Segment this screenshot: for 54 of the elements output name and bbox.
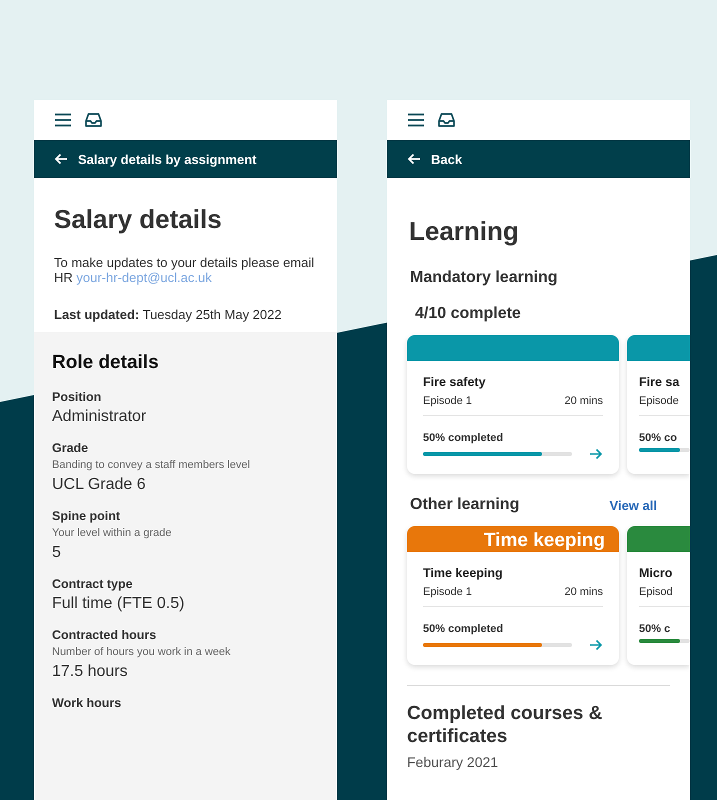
view-all-link[interactable]: View all xyxy=(610,498,657,512)
banner-title: Time keeping xyxy=(484,530,605,552)
field-label: Contract type xyxy=(52,577,134,591)
section-title: Mandatory learning xyxy=(410,269,558,287)
progress-label: 50% completed xyxy=(423,432,504,444)
course-title: Fire safety xyxy=(423,375,487,389)
course-title: Fire sa xyxy=(639,375,680,389)
field-hint: Your level within a grade xyxy=(52,527,172,539)
inbox-icon[interactable] xyxy=(84,112,103,128)
field-label: Position xyxy=(52,390,102,404)
field-hint: Number of hours you work in a week xyxy=(52,646,232,658)
section-title: Role details xyxy=(52,352,160,374)
back-button[interactable]: Back xyxy=(407,152,462,166)
field-value: UCL Grade 6 xyxy=(52,476,147,494)
page-title: Salary details xyxy=(54,204,223,235)
date-text: Feburary 2021 xyxy=(407,754,500,770)
back-arrow-icon xyxy=(407,153,421,165)
field-value: 17.5 hours xyxy=(52,663,129,681)
course-card[interactable]: Time keeping Time keeping Episode 1 20 mins 50% completed xyxy=(407,526,619,665)
duration-text: 20 mins xyxy=(564,586,603,598)
field-label: Contracted hours xyxy=(52,628,158,642)
course-title: Time keeping xyxy=(423,566,504,580)
progress-label: 50% c xyxy=(639,623,672,635)
field-value: Administrator xyxy=(52,408,148,426)
episode-text: Episode 1 xyxy=(423,395,472,407)
arrow-right-icon[interactable] xyxy=(589,639,603,651)
episode-text: Episod xyxy=(639,586,673,598)
progress-label: 50% co xyxy=(639,432,678,444)
episode-text: Episode 1 xyxy=(423,586,472,598)
course-title: Micro xyxy=(639,566,674,580)
progress-label: 50% completed xyxy=(423,623,504,635)
progress-count: 4/10 complete xyxy=(414,304,522,323)
arrow-right-icon[interactable] xyxy=(589,448,603,460)
course-card[interactable]: Fire sa Episode 50% co xyxy=(627,335,690,474)
course-card[interactable]: Fire safety Episode 1 20 mins 50% completed xyxy=(407,335,619,474)
section-title: Other learning xyxy=(410,496,520,514)
duration-text: 20 mins xyxy=(564,395,603,407)
course-card[interactable]: Micro Episod 50% c xyxy=(627,526,690,665)
field-value: 5 xyxy=(52,544,62,562)
inbox-icon[interactable] xyxy=(437,112,456,128)
field-label: Grade xyxy=(52,441,90,455)
field-value: Full time (FTE 0.5) xyxy=(52,595,186,613)
field-label: Work hours xyxy=(52,696,122,710)
menu-icon[interactable] xyxy=(54,113,72,127)
back-button[interactable]: Salary details by assignment xyxy=(54,152,256,166)
field-label: Spine point xyxy=(52,509,122,523)
page-title: Learning xyxy=(409,216,520,247)
episode-text: Episode xyxy=(639,395,679,407)
section-title: Completed courses & certificates xyxy=(407,702,604,748)
intro-text: To make updates to your details please email HR your-hr-dept@ucl.ac.uk xyxy=(54,255,316,285)
field-hint: Banding to convey a staff members level xyxy=(52,459,251,471)
back-arrow-icon xyxy=(54,153,68,165)
menu-icon[interactable] xyxy=(407,113,425,127)
last-updated-text: Last updated: Tuesday 25th May 2022 xyxy=(54,307,283,322)
